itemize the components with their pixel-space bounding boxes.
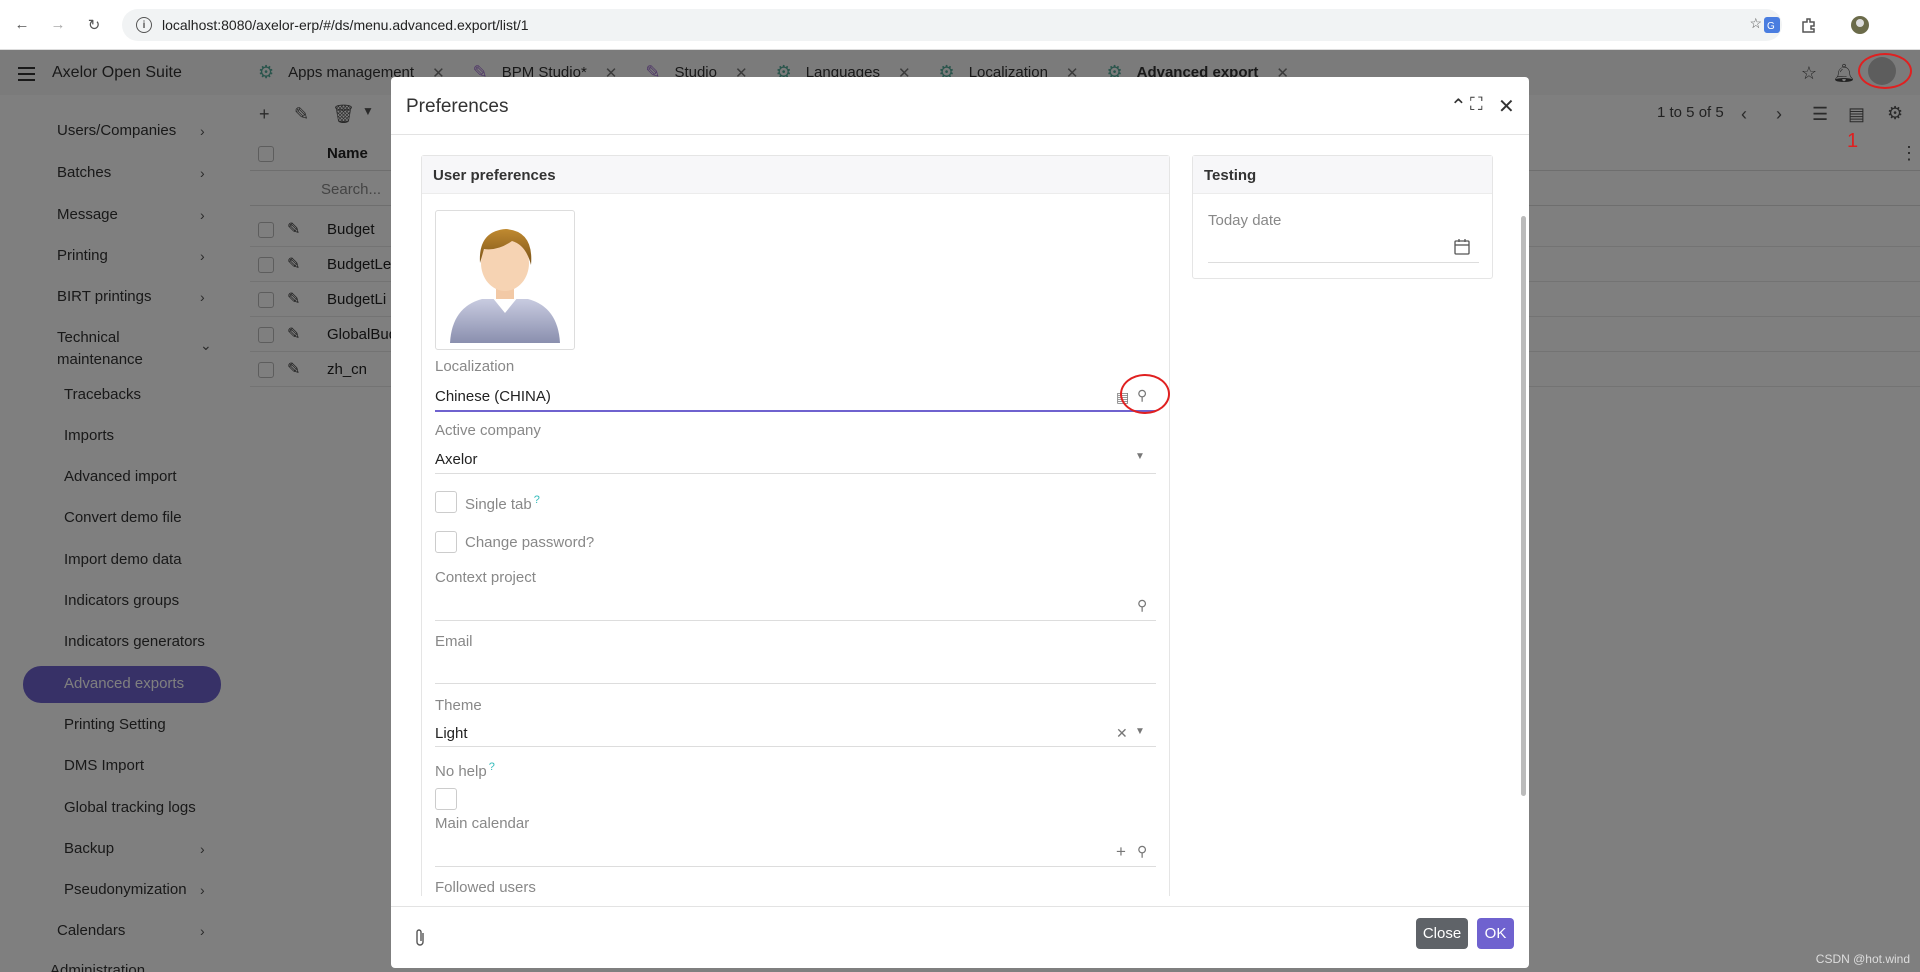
panel-title: Testing [1204, 167, 1257, 184]
maximize-icon[interactable]: ⛶ [1470, 94, 1483, 115]
address-bar[interactable]: i localhost:8080/axelor-erp/#/ds/menu.ad… [122, 9, 1782, 41]
localization-underline [435, 410, 1156, 412]
active-company-label: Active company [435, 422, 541, 439]
forward-icon[interactable]: → [44, 11, 72, 39]
change-password-checkbox[interactable] [435, 531, 457, 553]
caret-down-icon[interactable]: ▼ [1135, 451, 1145, 462]
svg-text:G: G [1767, 21, 1775, 32]
back-icon[interactable]: ← [8, 11, 36, 39]
context-project-input[interactable] [435, 620, 1156, 621]
calendar-icon[interactable] [1453, 238, 1471, 261]
annotation-circle [1120, 374, 1170, 414]
email-label: Email [435, 633, 473, 650]
close-icon[interactable]: ✕ [1498, 94, 1515, 119]
single-tab-checkbox[interactable] [435, 491, 457, 513]
theme-label: Theme [435, 697, 482, 714]
no-help-label: No help? [435, 761, 495, 780]
panel-header: User preferences [422, 156, 1169, 194]
search-icon[interactable]: ⚲ [1137, 597, 1147, 614]
testing-panel: Testing Today date [1192, 155, 1493, 279]
context-project-label: Context project [435, 569, 536, 586]
add-icon[interactable]: + [1116, 842, 1126, 862]
attachment-paperclip-icon[interactable] [413, 928, 427, 953]
dialog-scrollbar[interactable] [1521, 216, 1526, 796]
dialog-header: Preferences ⌃ ⛶ ✕ [391, 77, 1529, 135]
localization-input[interactable]: Chinese (CHINA) [435, 388, 551, 405]
change-password-label: Change password? [465, 534, 595, 551]
annotation-number: 1 [1847, 130, 1859, 152]
clear-icon[interactable]: ✕ [1116, 725, 1128, 742]
search-icon[interactable]: ⚲ [1137, 843, 1147, 860]
dialog-footer: Close OK [391, 906, 1529, 968]
field-underline [435, 746, 1156, 747]
url-text: localhost:8080/axelor-erp/#/ds/menu.adva… [162, 17, 529, 33]
field-underline [435, 473, 1156, 474]
preferences-dialog: Preferences ⌃ ⛶ ✕ User preferences Local… [391, 77, 1529, 968]
main-calendar-label: Main calendar [435, 815, 530, 832]
dialog-body: User preferences Localization Chinese (C… [391, 136, 1529, 896]
extensions-puzzle-icon[interactable] [1797, 14, 1819, 36]
caret-down-icon[interactable]: ▼ [1135, 726, 1145, 737]
active-company-select[interactable]: Axelor [435, 451, 478, 468]
localization-label: Localization [435, 358, 515, 375]
close-button[interactable]: Close [1416, 918, 1468, 949]
annotation-circle [1858, 53, 1912, 89]
user-photo[interactable] [435, 210, 575, 350]
followed-users-label: Followed users [435, 879, 536, 896]
main-calendar-input[interactable] [435, 866, 1156, 867]
reload-icon[interactable]: ↻ [80, 11, 108, 39]
translate-extension-icon[interactable]: G [1761, 14, 1783, 36]
user-preferences-panel: User preferences Localization Chinese (C… [421, 155, 1170, 896]
profile-avatar-icon[interactable] [1849, 14, 1871, 36]
dialog-title: Preferences [406, 96, 509, 117]
panel-header: Testing [1193, 156, 1492, 194]
panel-title: User preferences [433, 167, 556, 184]
site-info-icon[interactable]: i [136, 17, 152, 33]
single-tab-label: Single tab? [465, 494, 540, 513]
email-input[interactable] [435, 683, 1156, 684]
today-date-input[interactable] [1208, 262, 1479, 263]
browser-toolbar: ← → ↻ i localhost:8080/axelor-erp/#/ds/m… [0, 0, 1920, 50]
watermark: CSDN @hot.wind [1815, 952, 1910, 966]
collapse-icon[interactable]: ⌃ [1450, 94, 1467, 119]
theme-select[interactable]: Light [435, 725, 468, 742]
today-date-label: Today date [1208, 212, 1282, 229]
no-help-checkbox[interactable] [435, 788, 457, 810]
ok-button[interactable]: OK [1477, 918, 1514, 949]
